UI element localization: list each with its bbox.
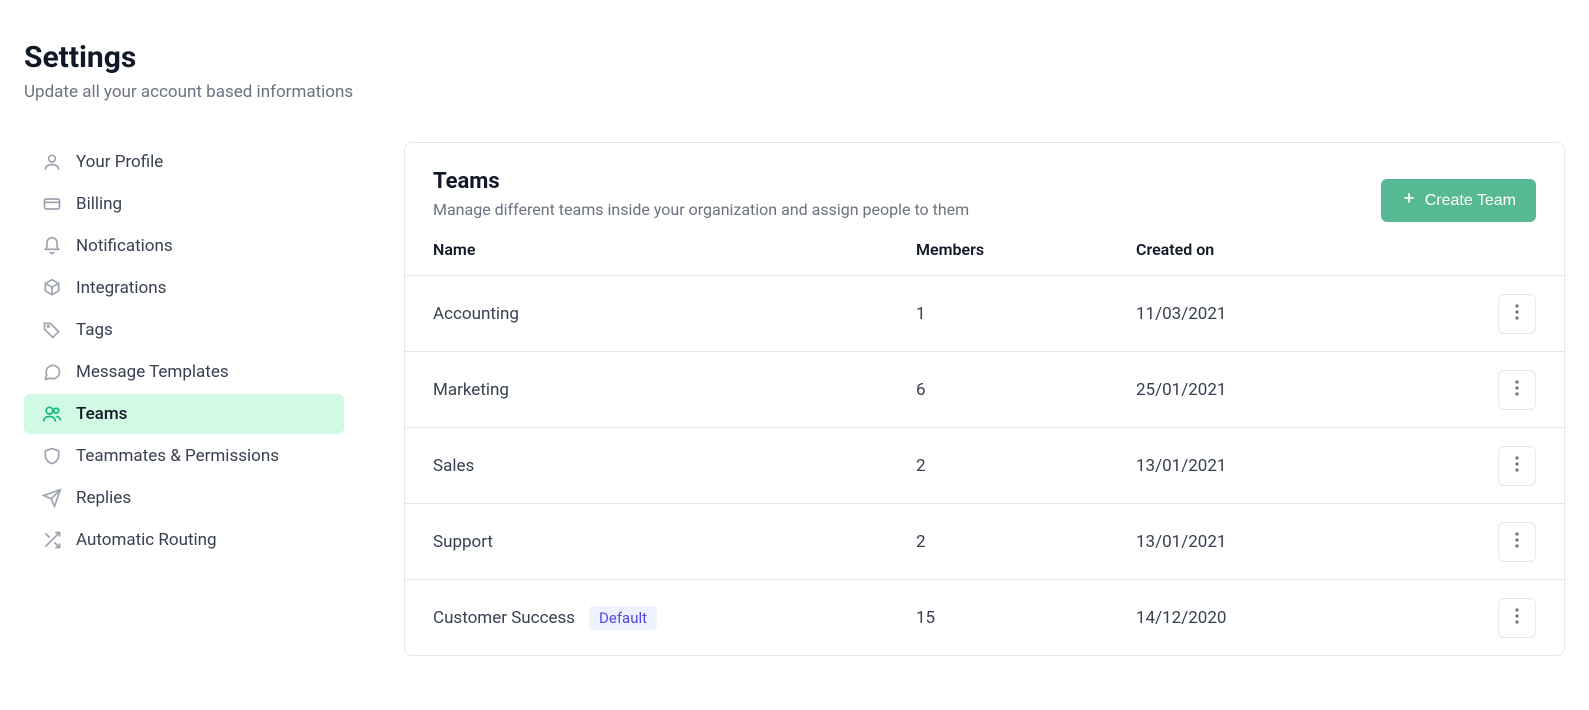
page-title: Settings	[24, 40, 1565, 76]
row-more-button[interactable]	[1498, 294, 1536, 334]
sidebar-item-label: Your Profile	[76, 152, 163, 172]
team-created: 25/01/2021	[1136, 380, 1456, 400]
sidebar-item-automatic-routing[interactable]: Automatic Routing	[24, 520, 344, 560]
shuffle-icon	[42, 530, 62, 550]
team-members: 6	[916, 380, 1136, 400]
panel-heading-block: Teams Manage different teams inside your…	[433, 169, 969, 219]
sidebar-item-integrations[interactable]: Integrations	[24, 268, 344, 308]
col-created: Created on	[1136, 240, 1456, 259]
team-name-cell: Support	[433, 532, 916, 552]
sidebar-item-teams[interactable]: Teams	[24, 394, 344, 434]
table-row: Customer Success Default 15 14/12/2020	[405, 579, 1564, 655]
teams-table: Name Members Created on Accounting 1 11/…	[405, 240, 1564, 655]
sidebar-item-label: Message Templates	[76, 362, 229, 382]
col-members: Members	[916, 240, 1136, 259]
more-vertical-icon	[1515, 380, 1519, 399]
team-name: Support	[433, 532, 493, 552]
panel-header: Teams Manage different teams inside your…	[405, 143, 1564, 240]
plus-icon	[1401, 190, 1417, 211]
bell-icon	[42, 236, 62, 256]
chat-icon	[42, 362, 62, 382]
page-subtitle: Update all your account based informatio…	[24, 82, 1565, 102]
sidebar-item-label: Billing	[76, 194, 122, 214]
row-more-button[interactable]	[1498, 522, 1536, 562]
settings-sidebar: Your Profile Billing Notifications Integ…	[24, 142, 344, 656]
row-more-button[interactable]	[1498, 446, 1536, 486]
teams-panel: Teams Manage different teams inside your…	[404, 142, 1565, 656]
sidebar-item-message-templates[interactable]: Message Templates	[24, 352, 344, 392]
row-more-button[interactable]	[1498, 598, 1536, 638]
sidebar-item-replies[interactable]: Replies	[24, 478, 344, 518]
team-name-cell: Customer Success Default	[433, 606, 916, 630]
create-team-label: Create Team	[1425, 192, 1516, 210]
team-members: 15	[916, 608, 1136, 628]
sidebar-item-label: Replies	[76, 488, 131, 508]
team-name: Accounting	[433, 304, 519, 324]
table-row: Marketing 6 25/01/2021	[405, 351, 1564, 427]
team-name-cell: Sales	[433, 456, 916, 476]
team-created: 14/12/2020	[1136, 608, 1456, 628]
tag-icon	[42, 320, 62, 340]
team-name: Customer Success	[433, 608, 575, 628]
team-created: 13/01/2021	[1136, 532, 1456, 552]
send-icon	[42, 488, 62, 508]
team-created: 11/03/2021	[1136, 304, 1456, 324]
shield-icon	[42, 446, 62, 466]
table-header: Name Members Created on	[405, 240, 1564, 275]
col-name: Name	[433, 240, 916, 259]
team-name: Sales	[433, 456, 474, 476]
team-created: 13/01/2021	[1136, 456, 1456, 476]
sidebar-item-label: Integrations	[76, 278, 166, 298]
sidebar-item-label: Teams	[76, 404, 127, 424]
team-members: 2	[916, 532, 1136, 552]
sidebar-item-label: Automatic Routing	[76, 530, 217, 550]
team-members: 1	[916, 304, 1136, 324]
table-row: Support 2 13/01/2021	[405, 503, 1564, 579]
sidebar-item-label: Teammates & Permissions	[76, 446, 279, 466]
more-vertical-icon	[1515, 608, 1519, 627]
row-more-button[interactable]	[1498, 370, 1536, 410]
sidebar-item-your-profile[interactable]: Your Profile	[24, 142, 344, 182]
panel-title: Teams	[433, 169, 969, 194]
sidebar-item-label: Notifications	[76, 236, 173, 256]
more-vertical-icon	[1515, 456, 1519, 475]
page-header: Settings Update all your account based i…	[24, 40, 1565, 102]
more-vertical-icon	[1515, 304, 1519, 323]
default-badge: Default	[589, 606, 657, 630]
create-team-button[interactable]: Create Team	[1381, 179, 1536, 222]
user-icon	[42, 152, 62, 172]
sidebar-item-tags[interactable]: Tags	[24, 310, 344, 350]
sidebar-item-label: Tags	[76, 320, 113, 340]
table-row: Sales 2 13/01/2021	[405, 427, 1564, 503]
team-name-cell: Accounting	[433, 304, 916, 324]
card-icon	[42, 194, 62, 214]
team-members: 2	[916, 456, 1136, 476]
table-row: Accounting 1 11/03/2021	[405, 275, 1564, 351]
sidebar-item-billing[interactable]: Billing	[24, 184, 344, 224]
users-icon	[42, 404, 62, 424]
sidebar-item-teammates-permissions[interactable]: Teammates & Permissions	[24, 436, 344, 476]
team-name: Marketing	[433, 380, 509, 400]
cube-icon	[42, 278, 62, 298]
sidebar-item-notifications[interactable]: Notifications	[24, 226, 344, 266]
team-name-cell: Marketing	[433, 380, 916, 400]
panel-subtitle: Manage different teams inside your organ…	[433, 200, 969, 219]
more-vertical-icon	[1515, 532, 1519, 551]
